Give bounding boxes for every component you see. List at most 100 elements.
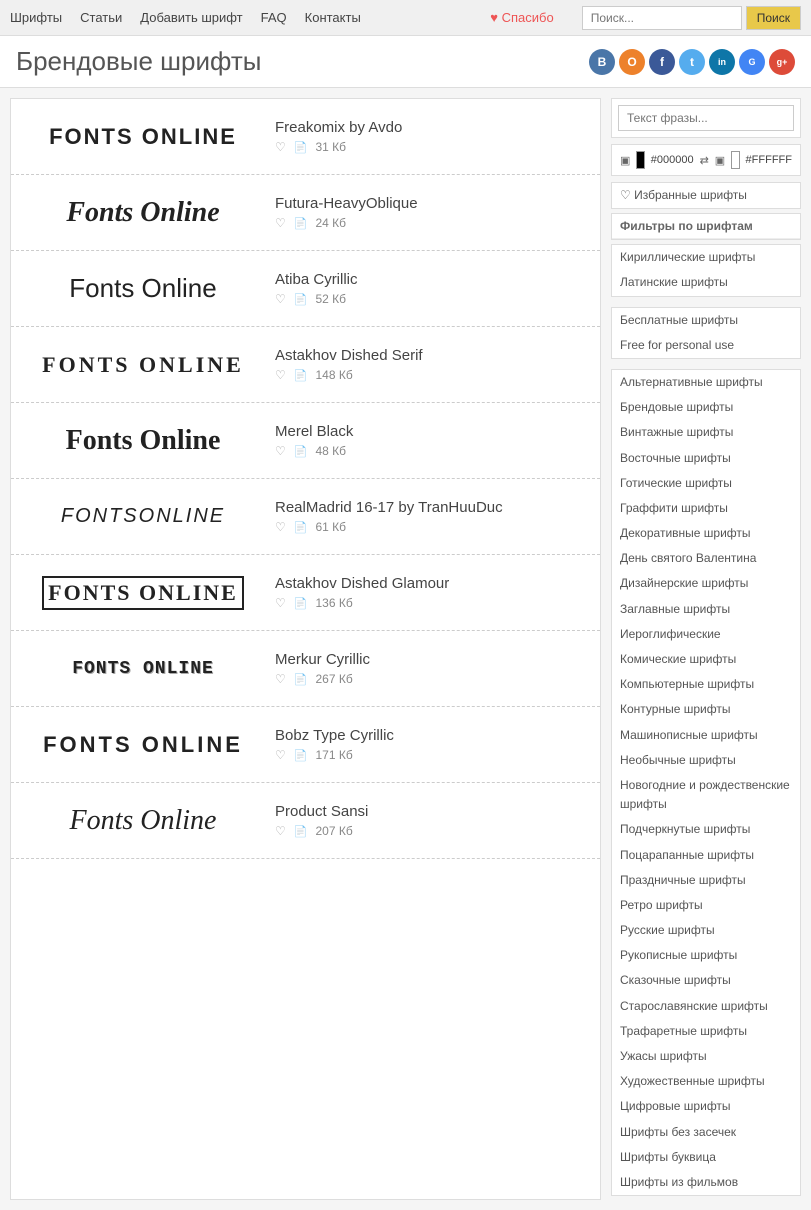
- font-meta-atiba: ♡ 📄 52 Кб: [275, 292, 358, 306]
- category-filter-link[interactable]: Ретро шрифты: [612, 893, 800, 918]
- category-filter-link[interactable]: Компьютерные шрифты: [612, 672, 800, 697]
- nav-articles[interactable]: Статьи: [80, 10, 122, 25]
- social-gplus[interactable]: g+: [769, 49, 795, 75]
- category-filter-link[interactable]: Машинописные шрифты: [612, 723, 800, 748]
- category-filter-link[interactable]: Заглавные шрифты: [612, 597, 800, 622]
- favorite-icon-atiba[interactable]: ♡: [275, 292, 286, 306]
- social-tw[interactable]: t: [679, 49, 705, 75]
- category-filter-link[interactable]: День святого Валентина: [612, 546, 800, 571]
- favorites-link[interactable]: ♡ Избранные шрифты: [612, 183, 800, 208]
- category-filter-link[interactable]: Необычные шрифты: [612, 748, 800, 773]
- font-preview-merel[interactable]: Fonts Online: [23, 413, 263, 468]
- category-filter-link[interactable]: Шрифты буквица: [612, 1145, 800, 1170]
- light-color-swatch[interactable]: [731, 151, 739, 169]
- category-filter-link[interactable]: Новогодние и рождественские шрифты: [612, 773, 800, 817]
- font-preview-merkur[interactable]: FONTS ONLINE: [23, 641, 263, 696]
- script-filter-link[interactable]: Кириллические шрифты: [612, 245, 800, 270]
- category-filter-link[interactable]: Русские шрифты: [612, 918, 800, 943]
- font-preview-product[interactable]: Fonts Online: [23, 793, 263, 848]
- social-ok[interactable]: О: [619, 49, 645, 75]
- nav-thanks[interactable]: ♥ Спасибо: [490, 10, 553, 25]
- font-preview-realmadrid[interactable]: FONTSONLiNE: [23, 489, 263, 544]
- dark-color-swatch[interactable]: [636, 151, 644, 169]
- favorite-icon-product[interactable]: ♡: [275, 824, 286, 838]
- font-preview-astakhov-glamour[interactable]: FONTS ONLINE: [23, 565, 263, 620]
- category-filter-link[interactable]: Шрифты из фильмов: [612, 1170, 800, 1195]
- category-filter-link[interactable]: Восточные шрифты: [612, 446, 800, 471]
- favorite-icon-freakomix[interactable]: ♡: [275, 140, 286, 154]
- font-item-merkur: FONTS ONLINE Merkur Cyrillic ♡ 📄 267 Кб: [11, 631, 600, 707]
- social-li[interactable]: in: [709, 49, 735, 75]
- category-filter-link[interactable]: Праздничные шрифты: [612, 868, 800, 893]
- category-filter-link[interactable]: Готические шрифты: [612, 471, 800, 496]
- font-preview-bobz[interactable]: FONTS ONLINE: [23, 717, 263, 772]
- social-g1[interactable]: G: [739, 49, 765, 75]
- category-filter-link[interactable]: Винтажные шрифты: [612, 420, 800, 445]
- favorite-icon-bobz[interactable]: ♡: [275, 748, 286, 762]
- font-info-astakhov-glamour: Astakhov Dished Glamour ♡ 📄 136 Кб: [275, 575, 449, 610]
- category-filter-link[interactable]: Рукописные шрифты: [612, 943, 800, 968]
- price-filter-link[interactable]: Бесплатные шрифты: [612, 308, 800, 333]
- favorite-icon-astakhov-glamour[interactable]: ♡: [275, 596, 286, 610]
- category-filter-section: Альтернативные шрифтыБрендовые шрифтыВин…: [611, 369, 801, 1196]
- page-title: Брендовые шрифты: [16, 46, 589, 77]
- font-name-bobz[interactable]: Bobz Type Cyrillic: [275, 727, 394, 744]
- category-filter-link[interactable]: Поцарапанные шрифты: [612, 843, 800, 868]
- category-filter-link[interactable]: Иероглифические: [612, 622, 800, 647]
- category-filter-link[interactable]: Ужасы шрифты: [612, 1044, 800, 1069]
- font-preview-atiba[interactable]: Fonts Online: [23, 261, 263, 316]
- category-filter-link[interactable]: Шрифты без засечек: [612, 1120, 800, 1145]
- font-name-merel[interactable]: Merel Black: [275, 423, 353, 440]
- script-filter-link[interactable]: Латинские шрифты: [612, 270, 800, 295]
- category-filter-link[interactable]: Старославянские шрифты: [612, 994, 800, 1019]
- font-preview-freakomix[interactable]: FONTS ONLINE: [23, 109, 263, 164]
- font-preview-futura[interactable]: Fonts Online: [23, 185, 263, 240]
- category-filter-link[interactable]: Комические шрифты: [612, 647, 800, 672]
- font-preview-text: FONTSONLiNE: [61, 505, 225, 528]
- nav-fonts[interactable]: Шрифты: [10, 10, 62, 25]
- price-filter-link[interactable]: Free for personal use: [612, 333, 800, 358]
- font-name-futura[interactable]: Futura-HeavyOblique: [275, 195, 418, 212]
- search-input[interactable]: [582, 6, 742, 30]
- top-navigation: Шрифты Статьи Добавить шрифт FAQ Контакт…: [0, 0, 811, 36]
- file-icon-futura: 📄: [294, 217, 308, 230]
- category-filter-link[interactable]: Декоративные шрифты: [612, 521, 800, 546]
- category-filter-link[interactable]: Художественные шрифты: [612, 1069, 800, 1094]
- category-filter-link[interactable]: Граффити шрифты: [612, 496, 800, 521]
- category-filter-link[interactable]: Трафаретные шрифты: [612, 1019, 800, 1044]
- nav-contacts[interactable]: Контакты: [305, 10, 361, 25]
- favorite-icon-merel[interactable]: ♡: [275, 444, 286, 458]
- page-header: Брендовые шрифты В О f t in G g+: [0, 36, 811, 88]
- font-name-atiba[interactable]: Atiba Cyrillic: [275, 271, 358, 288]
- favorite-icon-futura[interactable]: ♡: [275, 216, 286, 230]
- font-info-astakhov-serif: Astakhov Dished Serif ♡ 📄 148 Кб: [275, 347, 423, 382]
- nav-add[interactable]: Добавить шрифт: [140, 10, 242, 25]
- color-settings: ▣ #000000 ⇄ ▣ #FFFFFF: [611, 144, 801, 176]
- category-filter-link[interactable]: Дизайнерские шрифты: [612, 571, 800, 596]
- category-filter-link[interactable]: Сказочные шрифты: [612, 968, 800, 993]
- category-filter-link[interactable]: Брендовые шрифты: [612, 395, 800, 420]
- phrase-input[interactable]: [618, 105, 794, 131]
- font-name-merkur[interactable]: Merkur Cyrillic: [275, 651, 370, 668]
- category-filter-link[interactable]: Цифровые шрифты: [612, 1094, 800, 1119]
- category-filter-link[interactable]: Контурные шрифты: [612, 697, 800, 722]
- nav-faq[interactable]: FAQ: [261, 10, 287, 25]
- font-name-astakhov-serif[interactable]: Astakhov Dished Serif: [275, 347, 423, 364]
- font-item-astakhov-serif: FONTS ONLINE Astakhov Dished Serif ♡ 📄 1…: [11, 327, 600, 403]
- font-name-realmadrid[interactable]: RealMadrid 16-17 by TranHuuDuc: [275, 499, 503, 516]
- social-fb[interactable]: f: [649, 49, 675, 75]
- font-preview-astakhov-serif[interactable]: FONTS ONLINE: [23, 337, 263, 392]
- search-button[interactable]: Поиск: [746, 6, 801, 30]
- price-filter-section: Бесплатные шрифтыFree for personal use: [611, 307, 801, 359]
- file-icon-atiba: 📄: [294, 293, 308, 306]
- favorite-icon-astakhov-serif[interactable]: ♡: [275, 368, 286, 382]
- favorite-icon-realmadrid[interactable]: ♡: [275, 520, 286, 534]
- social-vk[interactable]: В: [589, 49, 615, 75]
- font-name-product[interactable]: Product Sansi: [275, 803, 368, 820]
- font-name-astakhov-glamour[interactable]: Astakhov Dished Glamour: [275, 575, 449, 592]
- font-name-freakomix[interactable]: Freakomix by Avdo: [275, 119, 402, 136]
- favorite-icon-merkur[interactable]: ♡: [275, 672, 286, 686]
- category-filter-link[interactable]: Альтернативные шрифты: [612, 370, 800, 395]
- font-size-bobz: 171 Кб: [315, 748, 352, 762]
- category-filter-link[interactable]: Подчеркнутые шрифты: [612, 817, 800, 842]
